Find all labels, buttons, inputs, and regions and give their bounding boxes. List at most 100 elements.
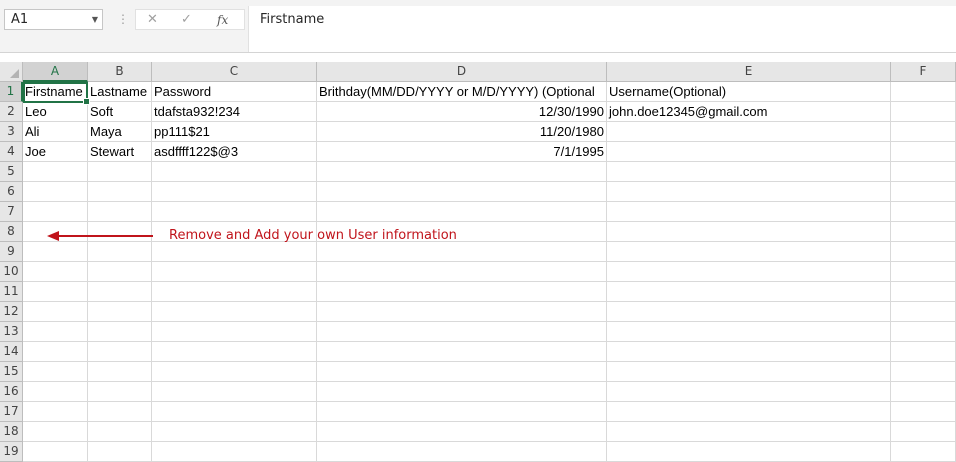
cell-f3[interactable] <box>891 122 956 142</box>
cell-f7[interactable] <box>891 202 956 222</box>
cell-a17[interactable] <box>23 402 88 422</box>
cell-d11[interactable] <box>317 282 607 302</box>
column-header-c[interactable]: C <box>152 62 317 82</box>
cell-f19[interactable] <box>891 442 956 462</box>
cell-f2[interactable] <box>891 102 956 122</box>
cell-d14[interactable] <box>317 342 607 362</box>
column-header-f[interactable]: F <box>891 62 956 82</box>
row-header-3[interactable]: 3 <box>0 122 23 142</box>
chevron-down-icon[interactable]: ▼ <box>92 12 98 27</box>
cell-c19[interactable] <box>152 442 317 462</box>
row-header-2[interactable]: 2 <box>0 102 23 122</box>
cell-d13[interactable] <box>317 322 607 342</box>
cell-f18[interactable] <box>891 422 956 442</box>
row-header-6[interactable]: 6 <box>0 182 23 202</box>
column-header-d[interactable]: D <box>317 62 607 82</box>
cell-c11[interactable] <box>152 282 317 302</box>
cell-d17[interactable] <box>317 402 607 422</box>
cell-b3[interactable]: Maya <box>88 122 152 142</box>
cell-e3[interactable] <box>607 122 891 142</box>
cell-b6[interactable] <box>88 182 152 202</box>
cell-b10[interactable] <box>88 262 152 282</box>
cell-f16[interactable] <box>891 382 956 402</box>
cell-f15[interactable] <box>891 362 956 382</box>
cell-c7[interactable] <box>152 202 317 222</box>
cell-a13[interactable] <box>23 322 88 342</box>
cell-a1[interactable]: Firstname <box>23 82 88 102</box>
cell-e7[interactable] <box>607 202 891 222</box>
cell-b5[interactable] <box>88 162 152 182</box>
cell-a6[interactable] <box>23 182 88 202</box>
cell-b4[interactable]: Stewart <box>88 142 152 162</box>
row-header-18[interactable]: 18 <box>0 422 23 442</box>
cell-e1[interactable]: Username(Optional) <box>607 82 891 102</box>
row-header-11[interactable]: 11 <box>0 282 23 302</box>
cell-f11[interactable] <box>891 282 956 302</box>
cell-d15[interactable] <box>317 362 607 382</box>
cell-f10[interactable] <box>891 262 956 282</box>
cell-c13[interactable] <box>152 322 317 342</box>
formula-input[interactable]: Firstname <box>248 6 956 52</box>
cell-c3[interactable]: pp111$21 <box>152 122 317 142</box>
cell-b13[interactable] <box>88 322 152 342</box>
cell-e17[interactable] <box>607 402 891 422</box>
cell-e12[interactable] <box>607 302 891 322</box>
cell-d3[interactable]: 11/20/1980 <box>317 122 607 142</box>
select-all-button[interactable] <box>0 62 23 82</box>
row-header-9[interactable]: 9 <box>0 242 23 262</box>
cancel-icon[interactable]: ✕ <box>147 12 158 28</box>
cell-e16[interactable] <box>607 382 891 402</box>
cell-c17[interactable] <box>152 402 317 422</box>
cell-e19[interactable] <box>607 442 891 462</box>
cell-d10[interactable] <box>317 262 607 282</box>
cell-a19[interactable] <box>23 442 88 462</box>
cell-b7[interactable] <box>88 202 152 222</box>
cell-c4[interactable]: asdffff122$@3 <box>152 142 317 162</box>
cell-a2[interactable]: Leo <box>23 102 88 122</box>
cell-a16[interactable] <box>23 382 88 402</box>
cell-a12[interactable] <box>23 302 88 322</box>
cell-b11[interactable] <box>88 282 152 302</box>
cell-d6[interactable] <box>317 182 607 202</box>
cell-a18[interactable] <box>23 422 88 442</box>
row-header-1[interactable]: 1 <box>0 82 23 102</box>
check-icon[interactable]: ✓ <box>181 12 192 28</box>
cell-a15[interactable] <box>23 362 88 382</box>
cell-f1[interactable] <box>891 82 956 102</box>
cell-b18[interactable] <box>88 422 152 442</box>
cell-b16[interactable] <box>88 382 152 402</box>
cell-b17[interactable] <box>88 402 152 422</box>
cell-a14[interactable] <box>23 342 88 362</box>
row-header-13[interactable]: 13 <box>0 322 23 342</box>
name-box[interactable]: A1 ▼ <box>4 9 103 30</box>
cell-d2[interactable]: 12/30/1990 <box>317 102 607 122</box>
row-header-17[interactable]: 17 <box>0 402 23 422</box>
cell-b1[interactable]: Lastname <box>88 82 152 102</box>
cell-a7[interactable] <box>23 202 88 222</box>
cell-c14[interactable] <box>152 342 317 362</box>
row-header-16[interactable]: 16 <box>0 382 23 402</box>
cell-b2[interactable]: Soft <box>88 102 152 122</box>
cell-f9[interactable] <box>891 242 956 262</box>
cell-d16[interactable] <box>317 382 607 402</box>
row-header-8[interactable]: 8 <box>0 222 23 242</box>
column-header-e[interactable]: E <box>607 62 891 82</box>
cell-e15[interactable] <box>607 362 891 382</box>
cell-d19[interactable] <box>317 442 607 462</box>
cell-e11[interactable] <box>607 282 891 302</box>
cell-b14[interactable] <box>88 342 152 362</box>
cell-e18[interactable] <box>607 422 891 442</box>
cell-f8[interactable] <box>891 222 956 242</box>
cell-b12[interactable] <box>88 302 152 322</box>
cell-d1[interactable]: Brithday(MM/DD/YYYY or M/D/YYYY) (Option… <box>317 82 607 102</box>
cell-b9[interactable] <box>88 242 152 262</box>
cell-e10[interactable] <box>607 262 891 282</box>
row-header-15[interactable]: 15 <box>0 362 23 382</box>
cell-a9[interactable] <box>23 242 88 262</box>
cell-f13[interactable] <box>891 322 956 342</box>
cell-c1[interactable]: Password <box>152 82 317 102</box>
cell-a4[interactable]: Joe <box>23 142 88 162</box>
row-header-14[interactable]: 14 <box>0 342 23 362</box>
cell-a10[interactable] <box>23 262 88 282</box>
cell-e4[interactable] <box>607 142 891 162</box>
